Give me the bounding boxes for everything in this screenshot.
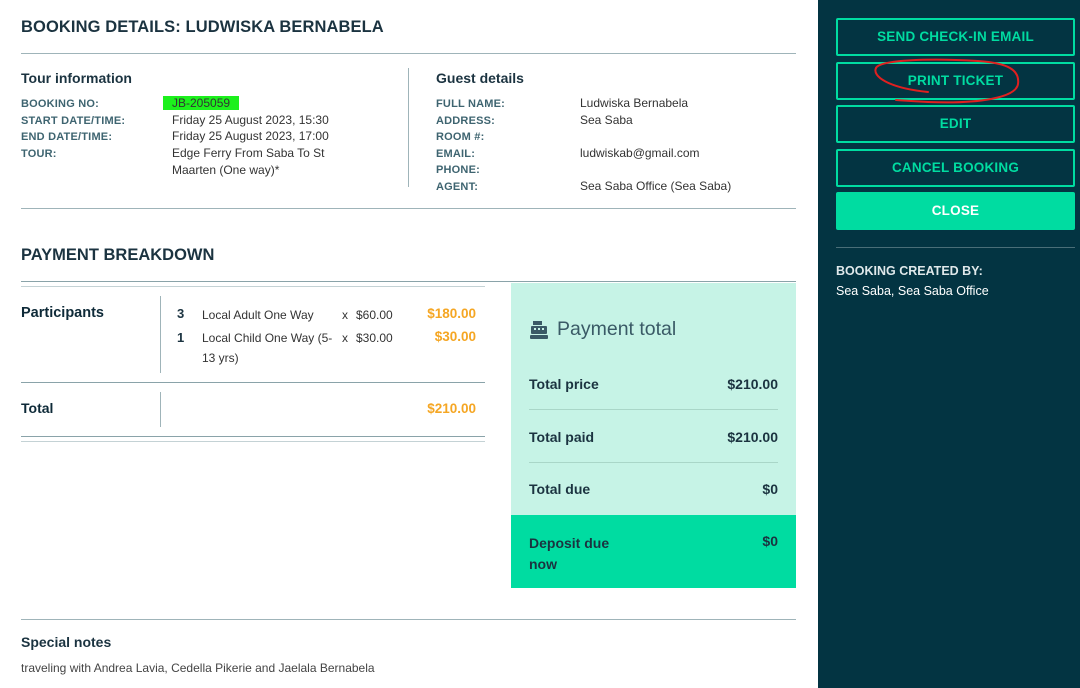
line-amount: $180.00: [427, 306, 476, 321]
total-label: Total: [21, 400, 54, 416]
deposit-due-row: Deposit due now $0: [511, 515, 796, 588]
agent-value: Sea Saba Office (Sea Saba): [580, 179, 732, 193]
actions-sidebar: SEND CHECK-IN EMAIL PRINT TICKET EDIT CA…: [818, 0, 1080, 688]
email-value: ludwiskab@gmail.com: [580, 146, 700, 160]
divider: [21, 53, 796, 54]
agent-label: AGENT:: [436, 181, 479, 193]
page-title: BOOKING DETAILS: LUDWISKA BERNABELA: [21, 18, 384, 36]
booking-no-highlight: JB-205059: [163, 96, 240, 110]
close-button[interactable]: CLOSE: [836, 192, 1075, 230]
address-value: Sea Saba: [580, 113, 633, 127]
phone-label: PHONE:: [436, 164, 480, 176]
tour-value-line1: Edge Ferry From Saba To St: [172, 146, 325, 160]
deposit-due-value: $0: [762, 533, 778, 549]
send-checkin-email-button[interactable]: SEND CHECK-IN EMAIL: [836, 18, 1075, 56]
created-by-label: BOOKING CREATED BY:: [836, 264, 983, 278]
total-price-value: $210.00: [727, 376, 778, 392]
tour-info-heading: Tour information: [21, 70, 132, 86]
total-due-value: $0: [762, 481, 778, 497]
payment-total-title: Payment total: [557, 318, 677, 340]
tour-label: TOUR:: [21, 148, 57, 160]
special-notes-heading: Special notes: [21, 634, 112, 650]
full-name-label: FULL NAME:: [436, 98, 506, 110]
booking-no-label: BOOKING NO:: [21, 98, 99, 110]
tour-value-line2: Maarten (One way)*: [172, 163, 280, 177]
line-qty: 1: [177, 330, 185, 345]
total-due-label: Total due: [529, 481, 591, 497]
room-label: ROOM #:: [436, 131, 485, 143]
total-paid-value: $210.00: [727, 429, 778, 445]
line-unit-price: $60.00: [356, 308, 393, 322]
special-notes-text: traveling with Andrea Lavia, Cedella Pik…: [21, 661, 375, 675]
end-value: Friday 25 August 2023, 17:00: [172, 129, 329, 143]
divider: [836, 247, 1075, 248]
column-divider: [160, 296, 161, 373]
divider: [21, 441, 485, 442]
start-value: Friday 25 August 2023, 15:30: [172, 113, 329, 127]
divider: [529, 409, 778, 410]
line-item-name: Local Adult One Way: [202, 308, 314, 322]
payment-breakdown-heading: PAYMENT BREAKDOWN: [21, 246, 215, 264]
deposit-due-label: Deposit due now: [529, 533, 609, 575]
line-qty: 3: [177, 306, 185, 321]
divider: [21, 382, 485, 383]
total-price-label: Total price: [529, 376, 599, 392]
line-times: x: [342, 331, 348, 345]
participants-label: Participants: [21, 305, 104, 321]
total-paid-label: Total paid: [529, 429, 595, 445]
start-label: START DATE/TIME:: [21, 115, 126, 127]
email-label: EMAIL:: [436, 148, 476, 160]
total-amount: $210.00: [427, 401, 476, 416]
cancel-booking-button[interactable]: CANCEL BOOKING: [836, 149, 1075, 187]
address-label: ADDRESS:: [436, 115, 496, 127]
line-item-name: Local Child One Way (5-: [202, 331, 333, 345]
booking-no-value: JB-205059: [163, 95, 240, 112]
divider: [21, 436, 485, 437]
deposit-due-label-line2: now: [529, 556, 557, 572]
booking-details-panel: BOOKING DETAILS: LUDWISKA BERNABELA Tour…: [0, 0, 818, 688]
divider: [21, 208, 796, 209]
line-unit-price: $30.00: [356, 331, 393, 345]
deposit-due-label-line1: Deposit due: [529, 535, 610, 551]
line-times: x: [342, 308, 348, 322]
divider: [21, 619, 796, 620]
cash-register-icon: [529, 320, 549, 340]
divider: [21, 286, 485, 287]
column-divider: [408, 68, 409, 187]
line-amount: $30.00: [434, 329, 476, 344]
full-name-value: Ludwiska Bernabela: [580, 96, 689, 110]
payment-total-box: Payment total Total price $210.00 Total …: [511, 283, 796, 588]
divider: [529, 462, 778, 463]
end-label: END DATE/TIME:: [21, 131, 113, 143]
guest-details-heading: Guest details: [436, 70, 524, 86]
column-divider: [160, 392, 161, 427]
divider: [21, 281, 796, 282]
edit-button[interactable]: EDIT: [836, 105, 1075, 143]
print-ticket-button[interactable]: PRINT TICKET: [836, 62, 1075, 100]
created-by-value: Sea Saba, Sea Saba Office: [836, 284, 989, 298]
line-item-name-cont: 13 yrs): [202, 351, 239, 365]
